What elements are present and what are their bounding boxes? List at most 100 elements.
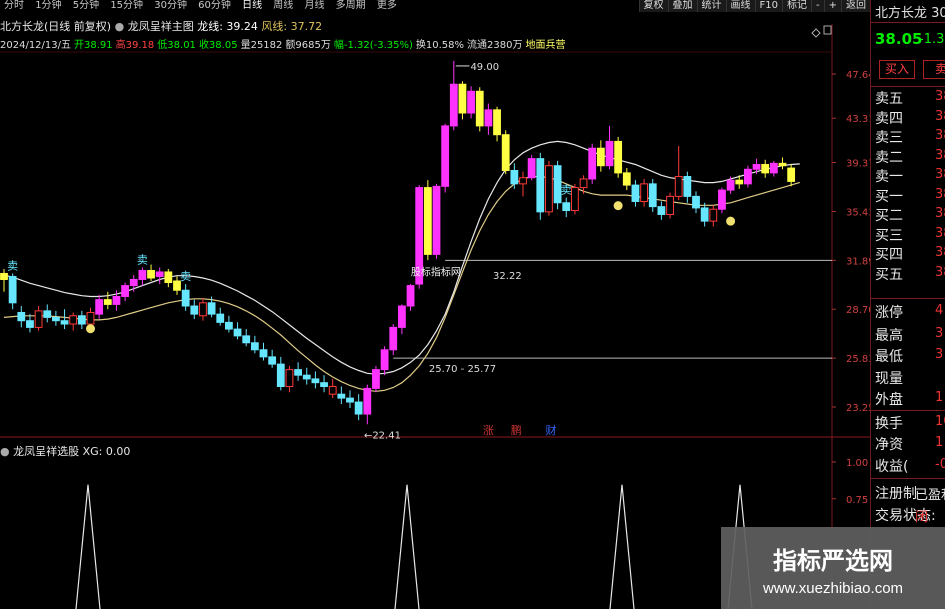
sub-indicator-icon: ● [0,445,10,458]
period-tab[interactable]: 周线 [269,0,297,11]
period-tab[interactable]: 月线 [300,0,328,11]
candle [268,356,277,365]
order-book-price: 38 [935,264,945,280]
candle [588,147,597,180]
order-book-level: 买五 [875,266,903,283]
sell-mark: 卖 [180,270,191,283]
stats-button[interactable]: 统计 [696,0,726,12]
candle [311,378,320,384]
sub-y-tick-label: 0.75 [846,495,868,506]
sell-mark: 卖 [7,259,18,272]
stat-label: 最低 [875,349,903,365]
candle [121,285,129,297]
order-book-level: 卖五 [875,91,903,107]
candle [363,387,372,415]
candle [60,320,69,325]
order-book-price: 38 [935,186,945,202]
order-book-price: 38 [935,128,945,143]
back-button[interactable]: 返回 [841,0,870,12]
stat-label: 收益( [875,459,909,475]
sub-indicator-header: ● 龙凤呈祥选股 XG: 0.00 [0,443,130,459]
candle [276,363,285,387]
order-book-level: 卖一 [875,169,903,185]
candle [190,305,199,315]
buy-button[interactable]: 买入 [879,60,915,79]
range-label: 25.70 - 25.77 [429,364,496,375]
period-tab[interactable]: 60分钟 [194,0,235,11]
stat-value: 10. [935,414,945,429]
stat-value: 4 [935,303,944,318]
candle [519,177,527,185]
stat-value: 3 [935,326,944,341]
phoenix-line [3,175,800,392]
y-tick-label: 35.43 [846,207,870,218]
period-tab[interactable]: 更多 [373,0,401,11]
order-book-level: 买四 [875,247,903,263]
period-tab[interactable]: 多周期 [332,0,370,11]
candle [536,158,545,213]
watermark-banner: 指标严选网 www.xuezhibiao.com [721,527,945,609]
mark-button[interactable]: 标记 [782,0,811,12]
candle [43,310,52,318]
divider [871,410,945,411]
candle [545,165,553,213]
sell-button[interactable]: 卖 [923,60,945,79]
candle [527,158,536,179]
candle [147,269,155,279]
period-tab[interactable]: 15分钟 [106,0,147,11]
candle [302,374,311,380]
period-tab[interactable]: 1分钟 [31,0,65,11]
candle [614,140,623,174]
period-tab-active[interactable]: 日线 [238,0,266,11]
candle [648,183,657,208]
candle [155,271,164,277]
sub-indicator-value: XG: 0.00 [82,445,131,458]
watermark-url: www.xuezhibiao.com [762,580,904,597]
signal-char: 鹏 [511,424,522,437]
candle [501,134,510,171]
candle [398,305,406,328]
candle [666,195,674,215]
candle [372,369,380,389]
candle [467,90,476,114]
watermark-text: 股标指标网 [411,266,461,279]
stat-value: 闭 [915,510,929,525]
overlay-button[interactable]: 叠加 [667,0,697,12]
signal-char: 涨 [483,424,494,437]
stat-label: 现量 [875,371,903,387]
candle [389,326,398,351]
order-book-price: 38 [935,147,945,163]
stat-value: 1 [935,435,944,450]
zoom-out-button[interactable]: - [811,0,824,12]
draw-button[interactable]: 画线 [725,0,755,12]
divider [871,86,945,87]
candle [744,168,752,185]
period-tab[interactable]: 5分钟 [69,0,103,11]
candle [674,176,683,197]
candle [475,90,484,127]
settings-icon [811,28,821,38]
candle [432,185,441,255]
candle [354,401,363,415]
quote-change: -1.32 [919,32,945,47]
candle [103,299,112,305]
zoom-in-button[interactable]: + [823,0,841,12]
order-book-level: 买一 [875,188,903,205]
stat-value: 1 [935,390,944,405]
candle [8,275,17,304]
candle [562,202,571,212]
fuquan-button[interactable]: 复权 [638,0,668,12]
y-tick-label: 25.83 [846,354,870,365]
candle [233,328,242,337]
period-tab[interactable]: 分时 [0,0,28,11]
candle [718,189,726,210]
candle [250,342,259,351]
period-tab[interactable]: 30分钟 [150,0,191,11]
quote-price: 38.05 [875,30,923,48]
candle [726,179,735,191]
candle [0,272,8,280]
candle [571,187,579,212]
price-label: 32.22 [493,271,522,282]
order-book-price: 38 [935,225,945,241]
f10-button[interactable]: F10 [754,0,782,12]
